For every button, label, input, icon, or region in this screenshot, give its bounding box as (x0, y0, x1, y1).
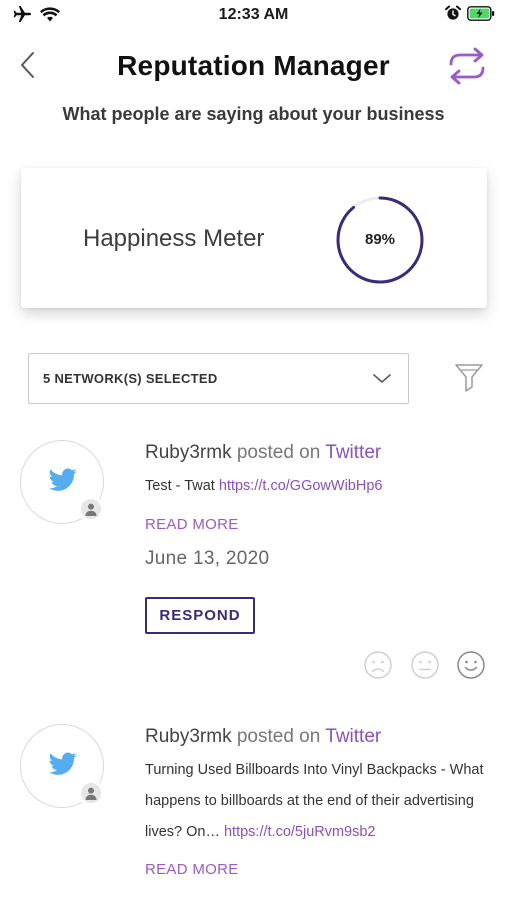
review-network-link[interactable]: Twitter (325, 726, 381, 747)
page-title: Reputation Manager (117, 50, 390, 81)
battery-charging-icon (467, 5, 495, 21)
status-right (445, 5, 495, 21)
happiness-meter-card: Happiness Meter 89% (21, 168, 487, 308)
post-line: Ruby3rmk posted on Twitter (145, 726, 381, 748)
user-badge (78, 780, 104, 806)
review-text: Turning Used Billboards Into Vinyl Backp… (145, 755, 490, 848)
user-icon (85, 787, 97, 800)
review-url-link[interactable]: https://t.co/GGowWibHp6 (219, 478, 383, 494)
twitter-bird-icon (49, 468, 77, 491)
status-bar: 12:33 AM (0, 0, 507, 30)
review-url-link[interactable]: https://t.co/5juRvm9sb2 (224, 824, 376, 840)
chevron-down-icon (373, 374, 391, 383)
happiness-meter-value: 89% (364, 231, 396, 248)
review-date: June 13, 2020 (145, 548, 270, 569)
review-text-content: Test - Twat (145, 478, 219, 494)
review-text: Test - Twat https://t.co/GGowWibHp6 (145, 471, 490, 502)
user-icon (85, 503, 97, 516)
happy-face-icon[interactable] (456, 650, 486, 680)
reviewer-avatar (20, 724, 104, 808)
funnel-icon (455, 364, 483, 392)
user-badge (78, 496, 104, 522)
respond-button[interactable]: RESPOND (145, 597, 255, 634)
review-author: Ruby3rmk (145, 442, 232, 463)
swap-arrows-icon (449, 47, 485, 85)
review-network-link[interactable]: Twitter (325, 442, 381, 463)
read-more-link[interactable]: READ MORE (145, 861, 239, 878)
network-select-dropdown[interactable]: 5 NETWORK(S) SELECTED (28, 353, 409, 404)
status-time: 12:33 AM (218, 6, 289, 23)
header: Reputation Manager (0, 40, 507, 92)
read-more-link[interactable]: READ MORE (145, 516, 239, 533)
review-item: Ruby3rmk posted on Twitter Turning Used … (0, 724, 507, 900)
review-author: Ruby3rmk (145, 726, 232, 747)
sad-face-icon[interactable] (363, 650, 393, 680)
filter-button[interactable] (452, 360, 486, 394)
happiness-meter-label: Happiness Meter (83, 225, 265, 252)
network-select-label: 5 NETWORK(S) SELECTED (43, 371, 218, 386)
post-line: Ruby3rmk posted on Twitter (145, 442, 381, 464)
switch-business-button[interactable] (445, 46, 489, 86)
posted-on-label: posted on (236, 442, 321, 463)
twitter-bird-icon (49, 752, 77, 775)
review-item: Ruby3rmk posted on Twitter Test - Twat h… (0, 440, 507, 690)
neutral-face-icon[interactable] (410, 650, 440, 680)
page-subtitle: What people are saying about your busine… (62, 104, 445, 124)
reviewer-avatar (20, 440, 104, 524)
posted-on-label: posted on (236, 726, 321, 747)
alarm-icon (445, 5, 461, 20)
